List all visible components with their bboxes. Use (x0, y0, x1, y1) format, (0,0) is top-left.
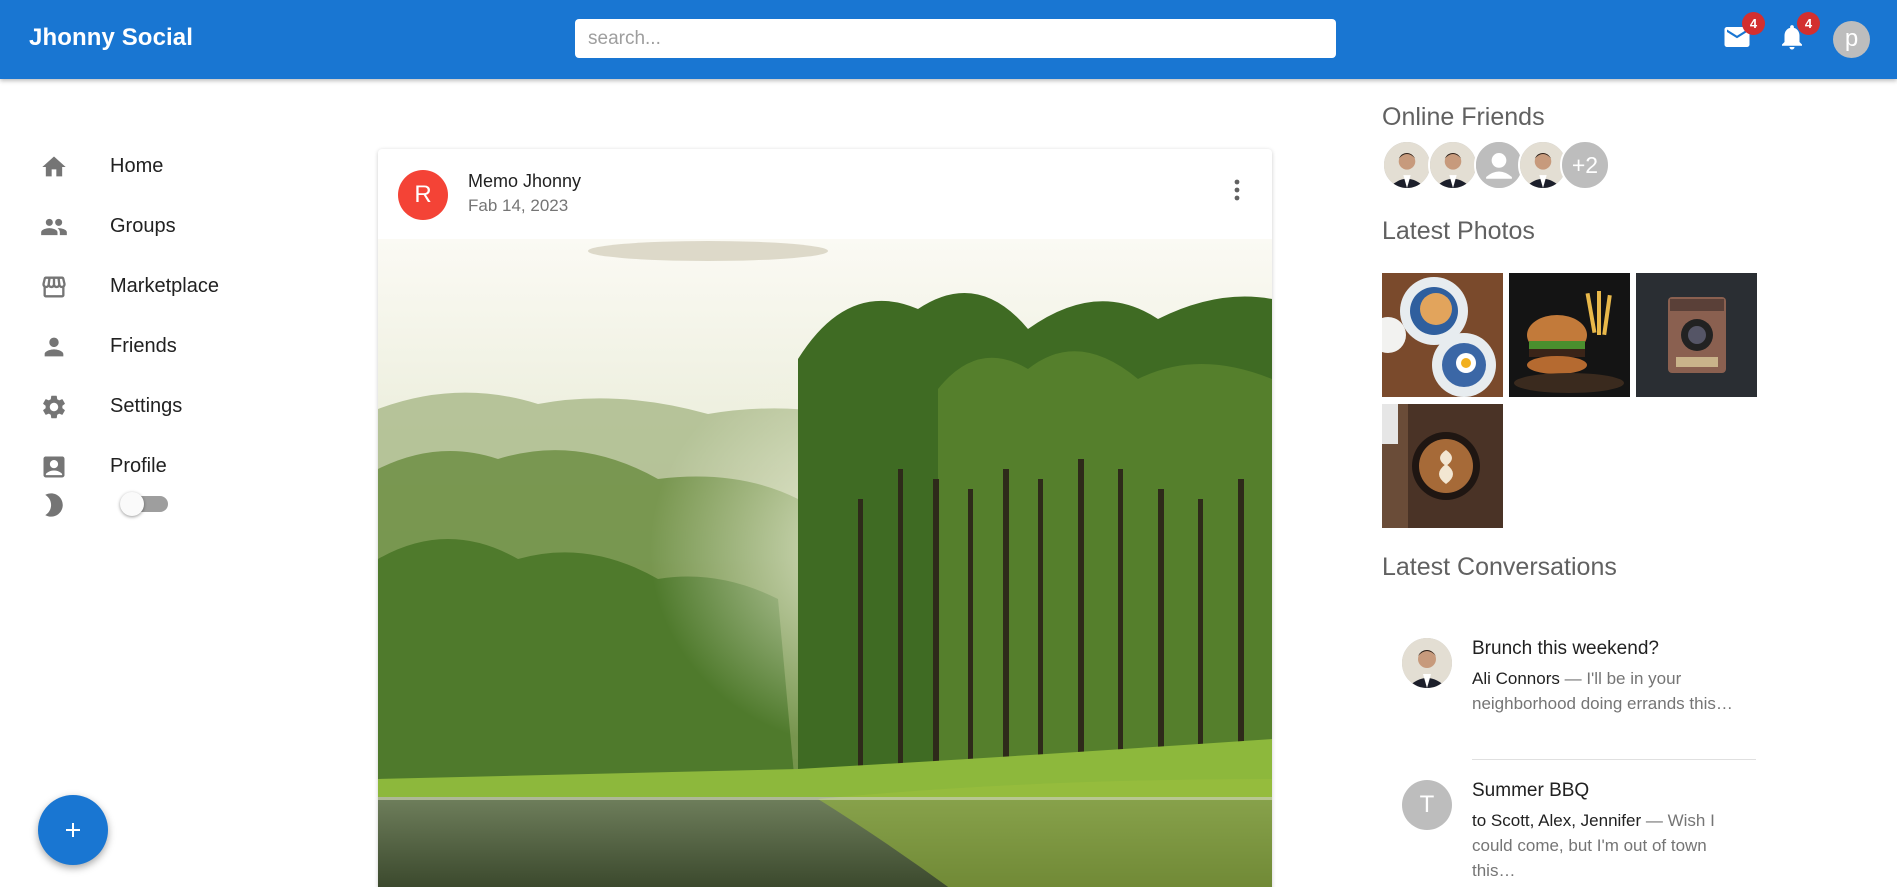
notifications-badge: 4 (1797, 12, 1820, 35)
app-title[interactable]: Jhonny Social (29, 24, 193, 52)
dark-mode-toggle[interactable] (120, 488, 170, 518)
groups-icon (40, 213, 68, 241)
sidebar-item-groups[interactable]: Groups (24, 199, 314, 255)
more-friends-count[interactable]: +2 (1560, 140, 1610, 190)
post-menu-button[interactable] (1224, 173, 1250, 209)
conversation-title: Brunch this weekend? (1472, 638, 1659, 659)
gear-icon (40, 393, 68, 421)
conversation-avatar: T (1402, 780, 1452, 830)
post-image[interactable] (378, 239, 1272, 887)
sidebar-item-label: Home (110, 155, 164, 177)
sidebar-item-profile[interactable]: Profile (24, 439, 314, 495)
mail-icon (1722, 27, 1752, 56)
sidebar-item-label: Groups (110, 215, 176, 237)
moon-icon (40, 491, 68, 519)
mail-badge: 4 (1742, 12, 1765, 35)
latest-conversations-title: Latest Conversations (1382, 553, 1617, 581)
account-box-icon (40, 453, 68, 481)
sidebar-item-label: Profile (110, 455, 167, 477)
search-input[interactable] (575, 19, 1336, 58)
home-icon (40, 153, 68, 181)
notifications-button[interactable]: 4 (1777, 12, 1820, 56)
sidebar-item-friends[interactable]: Friends (24, 319, 314, 375)
app-bar: Jhonny Social 4 4 p (0, 0, 1897, 79)
friend-avatar[interactable] (1382, 140, 1432, 190)
sidebar-item-label: Marketplace (110, 275, 219, 297)
photo-thumbnail[interactable] (1509, 273, 1630, 397)
conversation-item[interactable]: T Summer BBQ to Scott, Alex, Jennifer — … (1382, 780, 1757, 887)
sidebar-item-marketplace[interactable]: Marketplace (24, 259, 314, 315)
toggle-thumb (120, 492, 144, 516)
conversation-preview: Ali Connors — I'll be in your neighborho… (1472, 666, 1742, 716)
post-card: R Memo Jhonny Fab 14, 2023 (378, 149, 1272, 887)
person-icon (1476, 142, 1522, 188)
latest-photos-title: Latest Photos (1382, 217, 1535, 245)
friend-avatar[interactable] (1428, 140, 1478, 190)
add-button[interactable] (38, 795, 108, 865)
photo-thumbnail[interactable] (1382, 273, 1503, 397)
post-author-avatar[interactable]: R (398, 170, 448, 220)
photo-thumbnail[interactable] (1636, 273, 1757, 397)
sidebar-item-label: Friends (110, 335, 177, 357)
conversation-participants: to Scott, Alex, Jennifer (1472, 811, 1642, 830)
conversation-title: Summer BBQ (1472, 780, 1590, 801)
sidebar-item-home[interactable]: Home (24, 139, 314, 195)
sidebar: Home Groups Marketplace Friends Settings… (0, 79, 340, 887)
conversation-divider (1472, 759, 1756, 760)
person-icon (40, 333, 68, 361)
user-avatar[interactable]: p (1833, 21, 1870, 58)
friend-avatar-placeholder[interactable] (1474, 140, 1524, 190)
conversation-participants: Ali Connors (1472, 669, 1560, 688)
online-friends-title: Online Friends (1382, 103, 1545, 131)
post-author[interactable]: Memo Jhonny (468, 171, 581, 192)
bell-icon (1777, 25, 1807, 56)
mail-button[interactable]: 4 (1722, 12, 1765, 56)
conversation-preview: to Scott, Alex, Jennifer — Wish I could … (1472, 808, 1742, 883)
sidebar-item-settings[interactable]: Settings (24, 379, 314, 435)
post-date: Fab 14, 2023 (468, 196, 569, 215)
photo-thumbnail[interactable] (1382, 404, 1503, 528)
conversation-item[interactable]: Brunch this weekend? Ali Connors — I'll … (1382, 638, 1757, 748)
more-vert-icon (1224, 179, 1250, 213)
storefront-icon (40, 273, 68, 301)
conversation-avatar (1402, 638, 1452, 688)
sidebar-item-label: Settings (110, 395, 183, 417)
